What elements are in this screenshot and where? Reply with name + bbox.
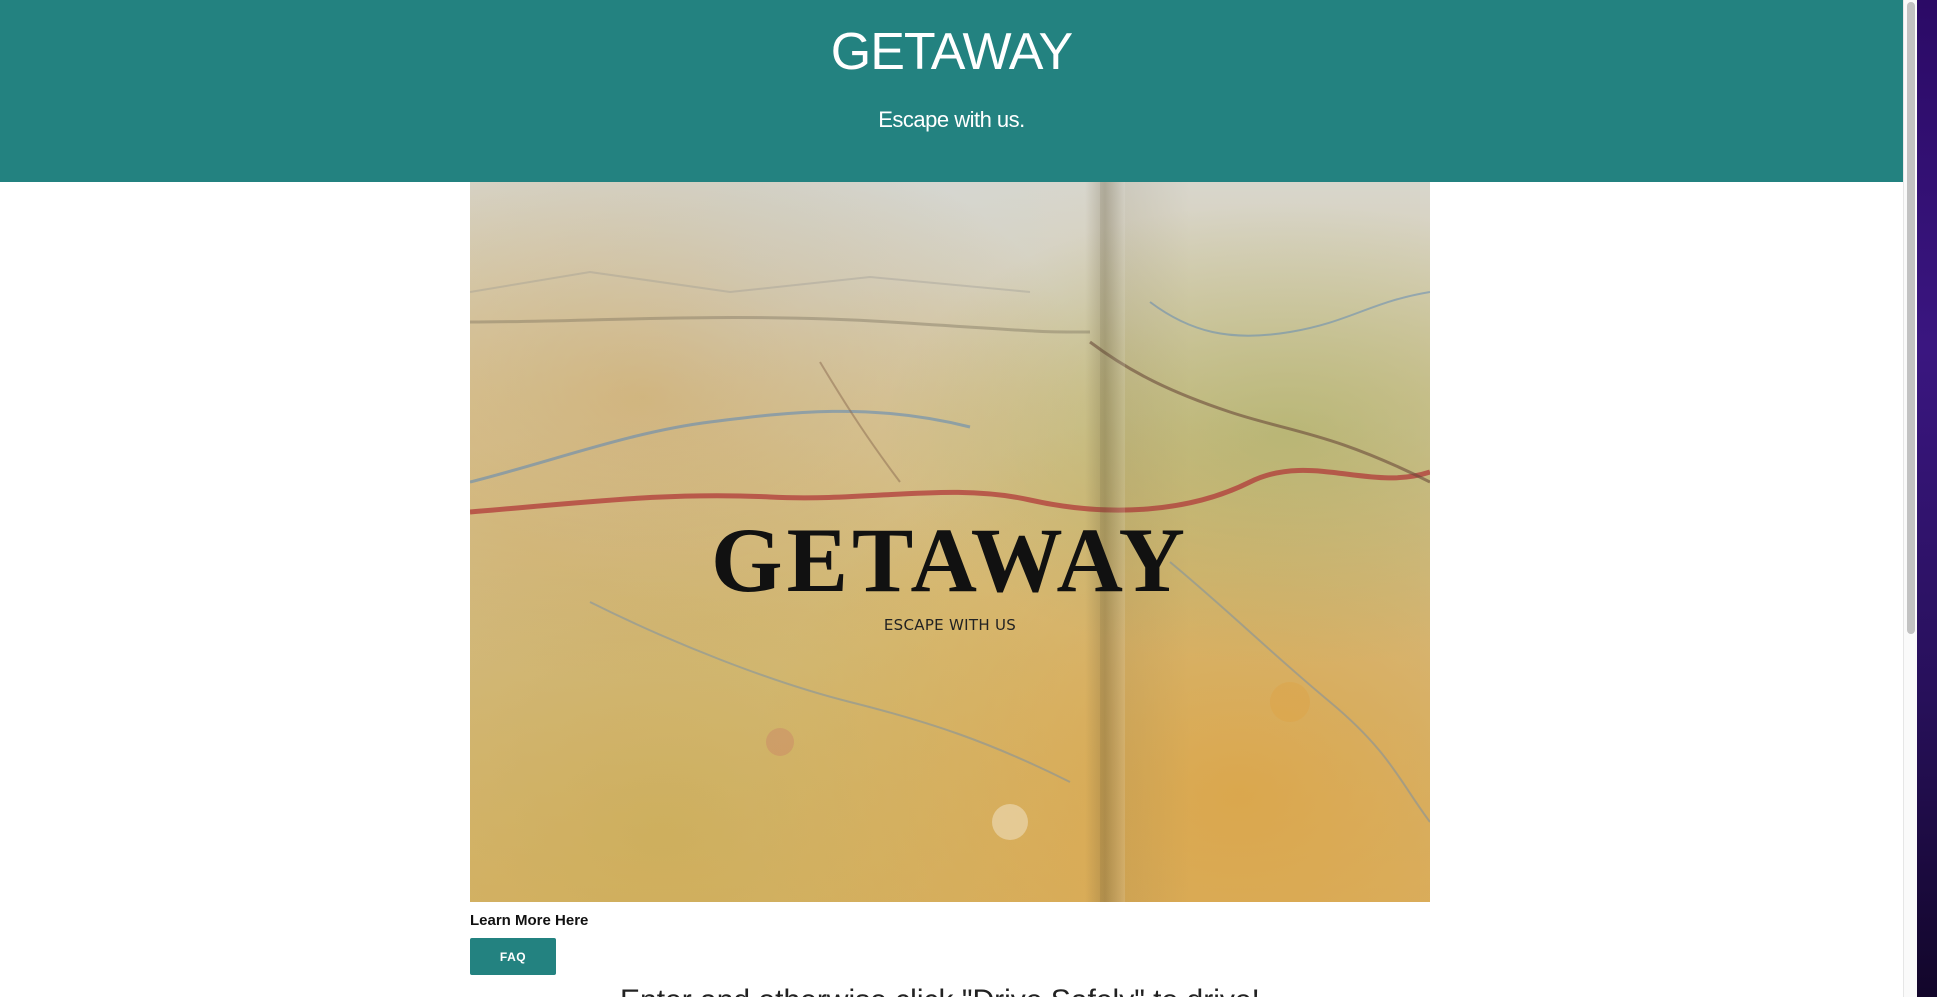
hero-subtitle: ESCAPE WITH US — [883, 616, 1017, 634]
learn-more-label: Learn More Here — [470, 912, 589, 929]
hero-title: GETAWAY — [711, 509, 1189, 611]
page: GETAWAY Escape with us. GETAWAY ESCAPE W… — [0, 0, 1903, 997]
hero-map-image: GETAWAY ESCAPE WITH US — [470, 182, 1430, 902]
site-tagline: Escape with us. — [878, 107, 1025, 132]
faq-button[interactable]: FAQ — [470, 938, 556, 975]
desktop-background — [1917, 0, 1937, 997]
site-header: GETAWAY Escape with us. — [0, 0, 1903, 182]
vertical-scrollbar[interactable] — [1903, 0, 1918, 997]
site-title: GETAWAY — [830, 23, 1073, 81]
partial-instruction-text: Enter and otherwise click "Drive Safely"… — [620, 984, 1260, 997]
scrollbar-thumb[interactable] — [1907, 2, 1915, 634]
